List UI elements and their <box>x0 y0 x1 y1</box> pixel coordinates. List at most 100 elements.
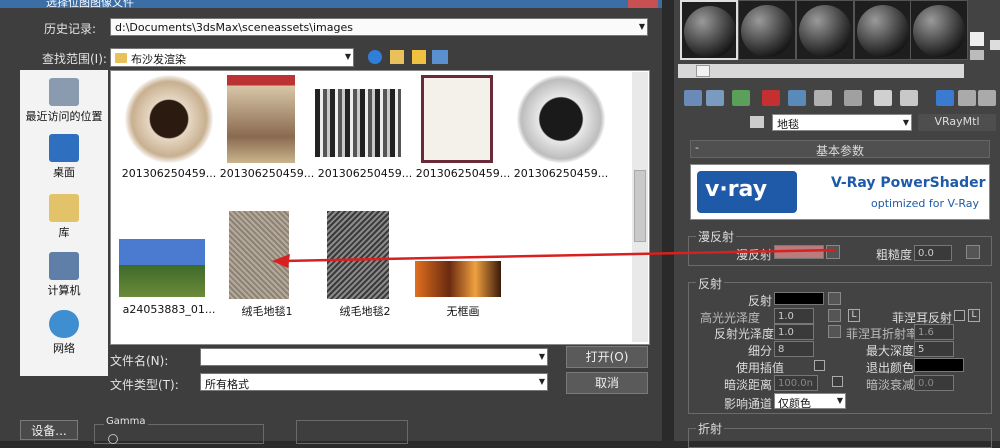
list-item[interactable]: 201306250459... <box>217 75 317 193</box>
place-label: 计算机 <box>47 284 81 297</box>
list-item[interactable]: 201306250459... <box>119 75 219 193</box>
hilight-map-button[interactable] <box>828 309 841 322</box>
file-list[interactable]: 201306250459... 201306250459... 20130625… <box>110 70 650 345</box>
material-sphere <box>857 5 909 57</box>
background-icon[interactable] <box>990 40 1000 50</box>
setup-button[interactable]: 设备... <box>20 420 78 440</box>
material-slot[interactable] <box>680 0 738 60</box>
history-dropdown[interactable]: d:\Documents\3dsMax\sceneassets\images ▼ <box>110 18 648 36</box>
cancel-button[interactable]: 取消 <box>566 372 648 394</box>
place-network[interactable]: 网络 <box>20 310 108 356</box>
arrow-head <box>272 254 290 268</box>
chevron-down-icon: ▼ <box>538 352 545 361</box>
material-sphere <box>799 5 851 57</box>
file-thumbnail <box>119 239 205 297</box>
dialog-titlebar[interactable]: 选择位图图像文件 <box>0 0 662 9</box>
open-button[interactable]: 打开(O) <box>566 346 648 368</box>
list-item[interactable]: a24053883_01... <box>119 211 219 323</box>
subdivs-label: 细分 <box>748 344 773 358</box>
reflect-map-button[interactable] <box>828 292 841 305</box>
hilight-gloss-spinner[interactable]: 1.0 <box>774 308 814 324</box>
make-unique-icon[interactable] <box>814 90 832 106</box>
file-thumbnail <box>125 75 213 163</box>
dim-falloff-spinner[interactable]: 0.0 <box>914 375 954 391</box>
reflect-color-swatch[interactable] <box>774 292 824 305</box>
subdivs-spinner[interactable]: 8 <box>774 341 814 357</box>
dim-distance-spinner[interactable]: 100.0n <box>774 375 818 391</box>
material-id-icon[interactable] <box>874 90 892 106</box>
go-to-parent-icon[interactable] <box>958 90 976 106</box>
window-divider <box>662 0 674 441</box>
reflection-group-title: 反射 <box>696 275 725 292</box>
lookin-dropdown[interactable]: 布沙发渲染 ▼ <box>110 48 354 67</box>
fresnel-lock-button[interactable]: L <box>968 309 980 322</box>
material-type-button[interactable]: VRayMtl <box>918 114 996 131</box>
slot-scrollbar[interactable] <box>678 64 964 78</box>
dim-distance-checkbox[interactable] <box>832 376 843 387</box>
show-map-icon[interactable] <box>900 90 918 106</box>
new-folder-icon[interactable] <box>412 50 426 64</box>
material-name-input[interactable]: 地毯 ▼ <box>772 114 912 131</box>
use-interp-checkbox[interactable] <box>814 360 825 371</box>
put-to-scene-icon[interactable] <box>706 90 724 106</box>
roughness-map-button[interactable] <box>966 245 980 259</box>
up-folder-icon[interactable] <box>390 50 404 64</box>
filename-input[interactable]: ▼ <box>200 348 548 366</box>
refl-gloss-spinner[interactable]: 1.0 <box>774 324 814 340</box>
affect-channels-dropdown[interactable]: 仅颜色 ▼ <box>774 393 846 410</box>
place-recent[interactable]: 最近访问的位置 <box>20 78 108 124</box>
assign-material-icon[interactable] <box>732 90 750 106</box>
show-end-result-icon[interactable] <box>936 90 954 106</box>
sample-type-icon[interactable] <box>970 32 984 46</box>
close-button[interactable] <box>628 0 658 8</box>
exit-color-swatch[interactable] <box>914 358 964 372</box>
refl-gloss-label: 反射光泽度 <box>714 327 775 341</box>
filename-label: 文件名(N): <box>110 354 169 368</box>
scrollbar-thumb[interactable] <box>696 65 710 77</box>
file-list-scrollbar[interactable] <box>632 72 648 342</box>
go-forward-icon[interactable] <box>978 90 996 106</box>
list-item[interactable]: 201306250459... <box>413 75 513 193</box>
reset-icon[interactable] <box>762 90 780 106</box>
refraction-group <box>688 428 992 448</box>
fresnel-checkbox[interactable] <box>954 310 965 321</box>
view-menu-icon[interactable] <box>432 50 448 64</box>
put-to-library-icon[interactable] <box>844 90 862 106</box>
network-icon <box>49 310 79 338</box>
list-item[interactable]: 201306250459... <box>315 75 415 193</box>
get-material-icon[interactable] <box>684 90 702 106</box>
annotation-arrow <box>272 248 836 268</box>
file-name: 绒毛地毯2 <box>339 305 391 318</box>
dialog-title: 选择位图图像文件 <box>46 0 134 9</box>
place-computer[interactable]: 计算机 <box>20 252 108 298</box>
scrollbar-thumb[interactable] <box>634 170 646 242</box>
place-library[interactable]: 库 <box>20 194 108 240</box>
place-desktop[interactable]: 桌面 <box>20 134 108 180</box>
arrow-shaft <box>281 248 836 263</box>
make-copy-icon[interactable] <box>788 90 806 106</box>
eyedropper-icon[interactable] <box>750 116 764 128</box>
roughness-spinner[interactable]: 0.0 <box>914 245 952 261</box>
vray-banner: v·ray V-Ray PowerShader optimized for V-… <box>690 164 990 220</box>
hilight-lock-button[interactable]: L <box>848 309 860 322</box>
material-slot[interactable] <box>854 0 912 60</box>
rollout-basic-params[interactable]: - 基本参数 <box>690 140 990 158</box>
material-sphere <box>741 5 793 57</box>
refraction-group-title: 折射 <box>696 420 725 437</box>
folder-icon <box>115 53 127 63</box>
material-slot[interactable] <box>738 0 796 60</box>
banner-title: V-Ray PowerShader <box>831 175 986 191</box>
list-item[interactable]: 201306250459... <box>511 75 611 193</box>
gamma-radio[interactable] <box>108 434 118 444</box>
refl-gloss-map-button[interactable] <box>828 325 841 338</box>
material-slot[interactable] <box>796 0 854 60</box>
fresnel-ior-spinner[interactable]: 1.6 <box>914 324 954 340</box>
back-icon[interactable] <box>368 50 382 64</box>
place-label: 桌面 <box>53 166 75 179</box>
max-depth-spinner[interactable]: 5 <box>914 341 954 357</box>
rollout-collapse-icon: - <box>695 141 699 154</box>
material-name: 地毯 <box>777 118 799 131</box>
backlight-icon[interactable] <box>970 50 984 60</box>
material-slot[interactable] <box>910 0 968 60</box>
filetype-dropdown[interactable]: 所有格式 ▼ <box>200 373 548 391</box>
